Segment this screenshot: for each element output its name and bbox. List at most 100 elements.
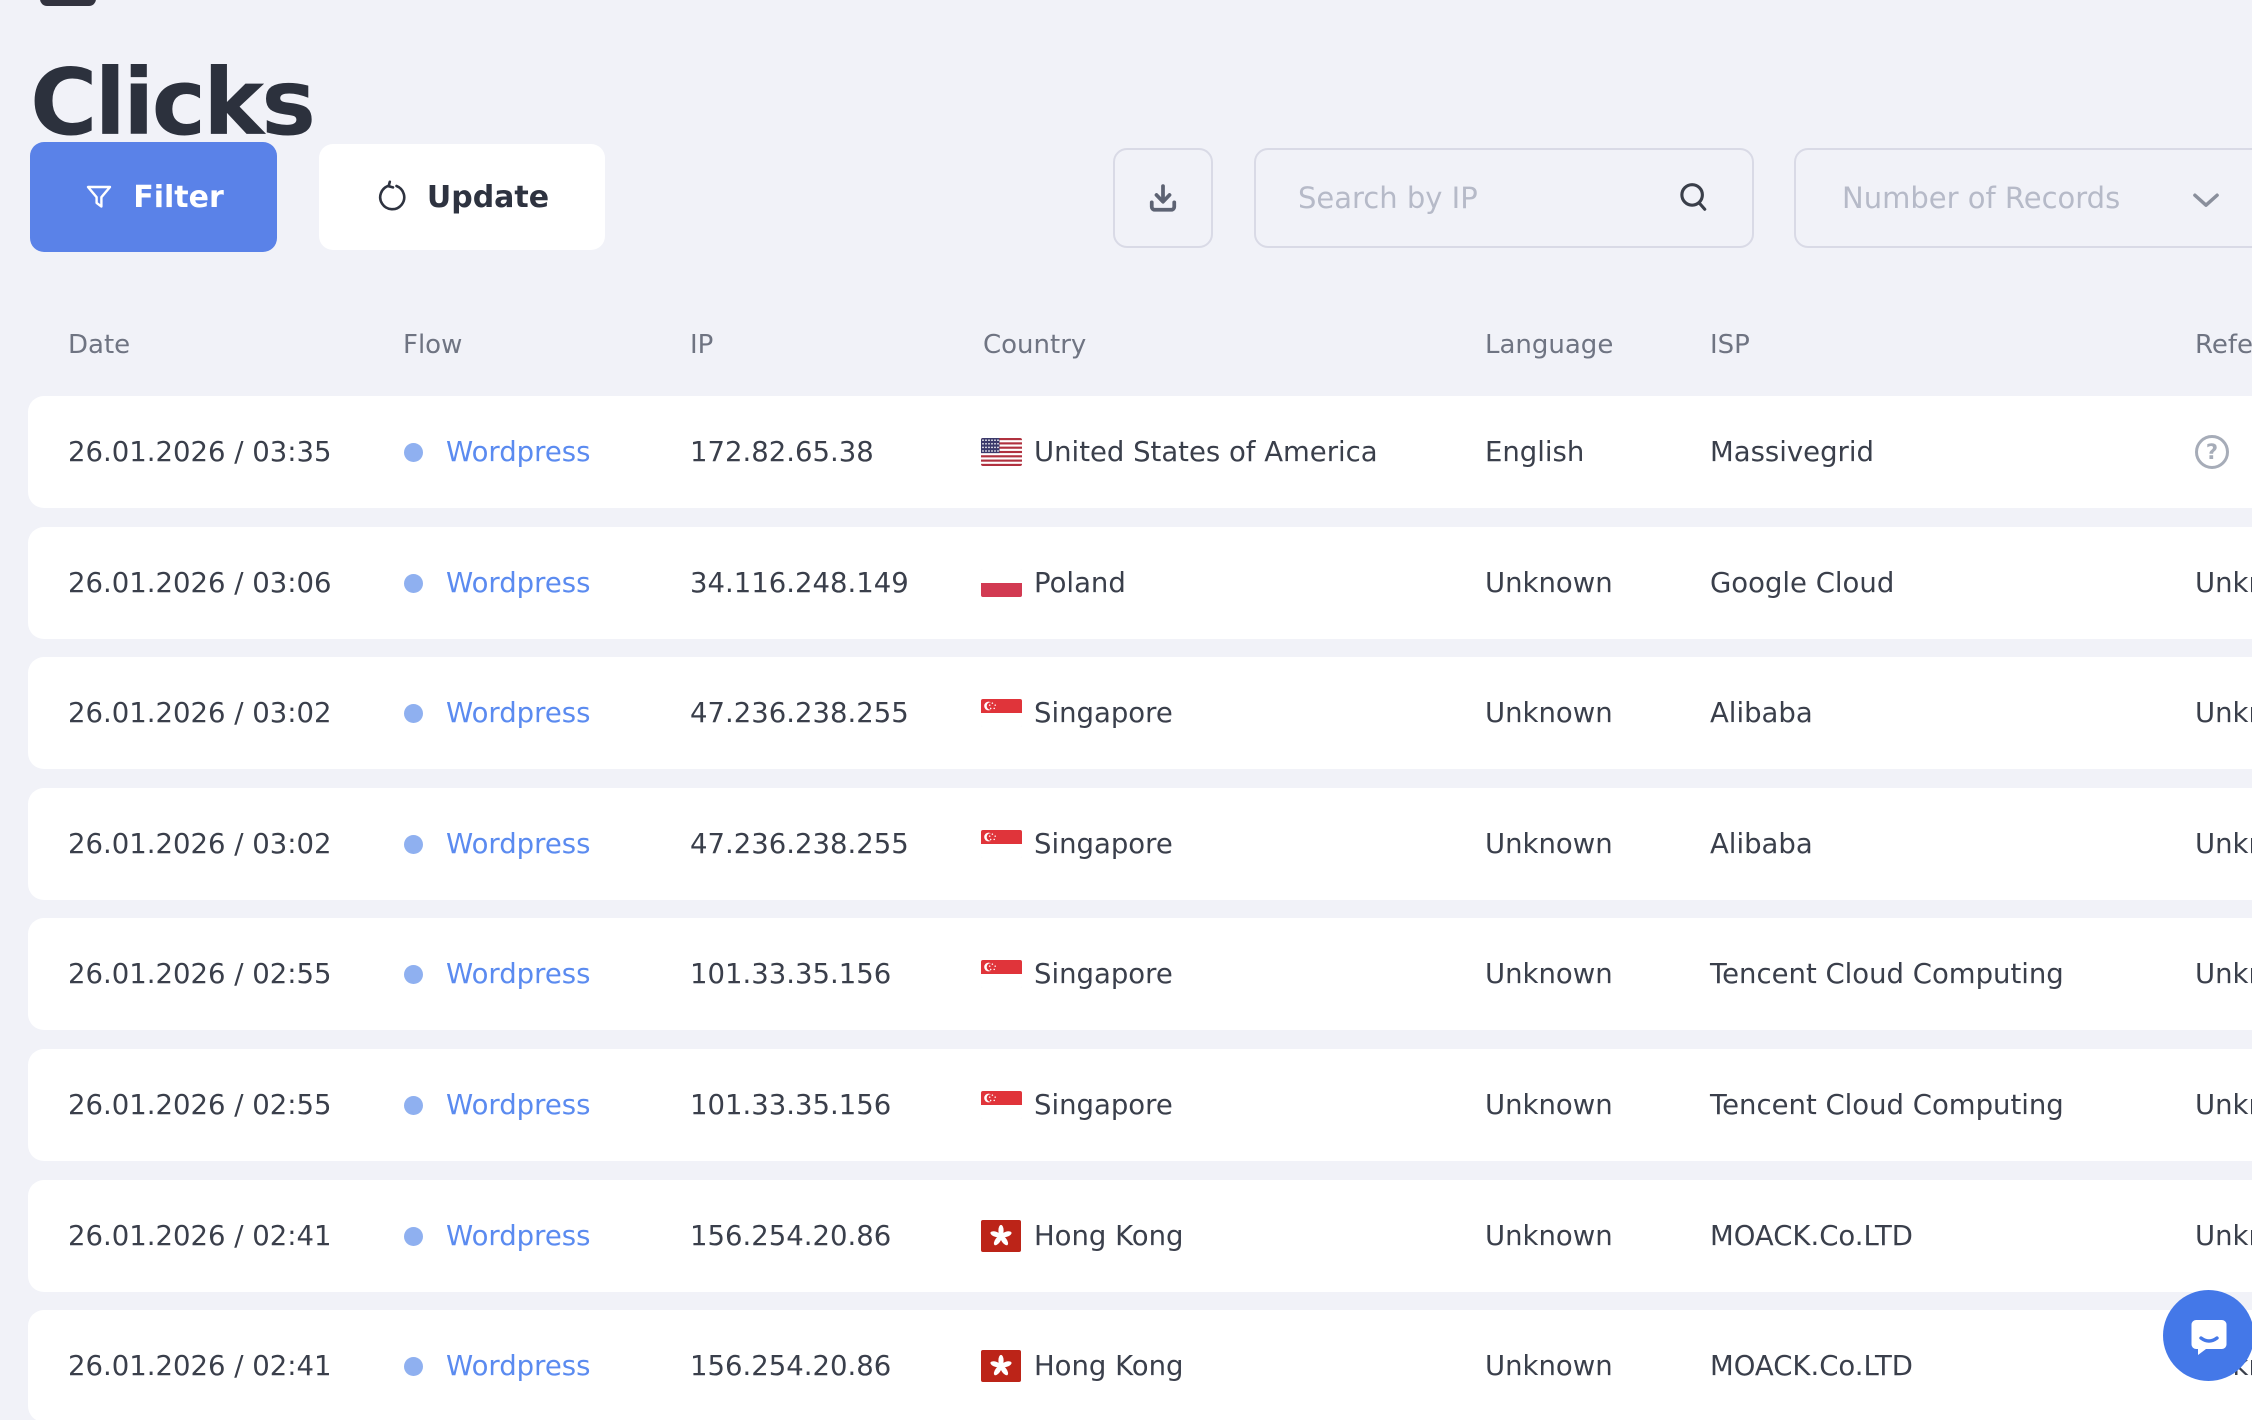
- flow-status-dot: [404, 657, 423, 769]
- isp-cell: MOACK.Co.LTD: [1710, 1350, 1913, 1382]
- isp-cell: Alibaba: [1710, 697, 1813, 729]
- language-cell: Unknown: [1485, 697, 1613, 729]
- country-cell: United States of America: [1034, 436, 1378, 468]
- column-header-country: Country: [983, 330, 1087, 360]
- language-cell: Unknown: [1485, 1350, 1613, 1382]
- table-row: 26.01.2026 / 02:55 Wordpress 101.33.35.1…: [28, 1049, 2252, 1161]
- language-cell: Unknown: [1485, 828, 1613, 860]
- referrer-cell: Unknown ?: [2195, 788, 2252, 900]
- date-cell: 26.01.2026 / 02:41: [68, 1220, 332, 1252]
- flow-status-dot: [404, 1310, 423, 1420]
- update-button-label: Update: [426, 179, 550, 215]
- language-cell: Unknown: [1485, 567, 1613, 599]
- clicks-page: Clicks Filter Update Search by IP Number…: [0, 0, 2252, 1420]
- flow-status-dot: [404, 396, 423, 508]
- flow-link[interactable]: Wordpress: [446, 1180, 590, 1292]
- cutoff-browser-fragment: [40, 0, 96, 6]
- filter-button[interactable]: Filter: [30, 142, 277, 252]
- column-header-isp: ISP: [1710, 330, 1750, 360]
- table-header-row: Date Flow IP Country Language ISP Referrer: [0, 330, 2252, 366]
- ip-cell: 172.82.65.38: [690, 436, 874, 468]
- country-flag-icon: [981, 527, 1022, 639]
- flow-status-dot: [404, 1049, 423, 1161]
- search-by-ip-field: [1254, 148, 1754, 248]
- country-cell: Singapore: [1034, 697, 1173, 729]
- download-button[interactable]: [1113, 148, 1213, 248]
- country-flag-icon: [981, 1310, 1021, 1420]
- table-row: 26.01.2026 / 03:02 Wordpress 47.236.238.…: [28, 657, 2252, 769]
- flow-link[interactable]: Wordpress: [446, 396, 590, 508]
- isp-cell: Alibaba: [1710, 828, 1813, 860]
- date-cell: 26.01.2026 / 02:55: [68, 1089, 332, 1121]
- column-header-flow: Flow: [403, 330, 463, 360]
- referrer-text: Unknown: [2195, 1089, 2252, 1121]
- referrer-cell: Unknown ?: [2195, 918, 2252, 1030]
- search-icon[interactable]: [1674, 178, 1714, 218]
- referrer-cell: Unknown ?: [2195, 657, 2252, 769]
- column-header-referrer: Referrer: [2195, 330, 2252, 360]
- date-cell: 26.01.2026 / 03:02: [68, 697, 332, 729]
- flow-status-dot: [404, 527, 423, 639]
- referrer-cell: ?: [2195, 396, 2229, 508]
- isp-cell: Tencent Cloud Computing: [1710, 958, 2064, 990]
- flow-link[interactable]: Wordpress: [446, 1310, 590, 1420]
- referrer-cell: Unknown ?: [2195, 1180, 2252, 1292]
- table-row: 26.01.2026 / 03:06 Wordpress 34.116.248.…: [28, 527, 2252, 639]
- date-cell: 26.01.2026 / 02:55: [68, 958, 332, 990]
- filter-button-label: Filter: [133, 179, 224, 215]
- date-cell: 26.01.2026 / 03:02: [68, 828, 332, 860]
- search-input[interactable]: [1256, 181, 1674, 215]
- table-row: 26.01.2026 / 03:02 Wordpress 47.236.238.…: [28, 788, 2252, 900]
- date-cell: 26.01.2026 / 03:06: [68, 567, 332, 599]
- language-cell: English: [1485, 436, 1585, 468]
- language-cell: Unknown: [1485, 1089, 1613, 1121]
- referrer-cell: Unknown ?: [2195, 1049, 2252, 1161]
- table-row: 26.01.2026 / 03:35 Wordpress 172.82.65.3…: [28, 396, 2252, 508]
- country-flag-icon: [981, 657, 1022, 769]
- chat-bubble-icon: [2184, 1311, 2234, 1361]
- records-count-select[interactable]: Number of Records: [1794, 148, 2252, 248]
- isp-cell: Massivegrid: [1710, 436, 1874, 468]
- ip-cell: 156.254.20.86: [690, 1220, 892, 1252]
- flow-status-dot: [404, 918, 423, 1030]
- country-cell: Hong Kong: [1034, 1350, 1184, 1382]
- isp-cell: MOACK.Co.LTD: [1710, 1220, 1913, 1252]
- language-cell: Unknown: [1485, 958, 1613, 990]
- filter-funnel-icon: [83, 181, 115, 213]
- flow-link[interactable]: Wordpress: [446, 657, 590, 769]
- country-flag-icon: [981, 396, 1022, 508]
- ip-cell: 47.236.238.255: [690, 828, 909, 860]
- flow-status-dot: [404, 1180, 423, 1292]
- country-flag-icon: [981, 1180, 1021, 1292]
- column-header-ip: IP: [690, 330, 714, 360]
- column-header-date: Date: [68, 330, 131, 360]
- flow-status-dot: [404, 788, 423, 900]
- country-cell: Poland: [1034, 567, 1126, 599]
- referrer-cell: Unknown ?: [2195, 527, 2252, 639]
- download-tray-icon: [1143, 178, 1183, 218]
- flow-link[interactable]: Wordpress: [446, 918, 590, 1030]
- table-row: 26.01.2026 / 02:41 Wordpress 156.254.20.…: [28, 1310, 2252, 1420]
- flow-link[interactable]: Wordpress: [446, 527, 590, 639]
- referrer-text: Unknown: [2195, 958, 2252, 990]
- country-cell: Hong Kong: [1034, 1220, 1184, 1252]
- table-row: 26.01.2026 / 02:55 Wordpress 101.33.35.1…: [28, 918, 2252, 1030]
- column-header-language: Language: [1485, 330, 1614, 360]
- flow-link[interactable]: Wordpress: [446, 1049, 590, 1161]
- isp-cell: Google Cloud: [1710, 567, 1895, 599]
- country-flag-icon: [981, 918, 1022, 1030]
- country-flag-icon: [981, 1049, 1022, 1161]
- chat-launcher-button[interactable]: [2163, 1290, 2252, 1381]
- update-button[interactable]: Update: [319, 144, 605, 250]
- referrer-text: Unknown: [2195, 697, 2252, 729]
- refresh-icon: [375, 180, 409, 214]
- ip-cell: 156.254.20.86: [690, 1350, 892, 1382]
- country-cell: Singapore: [1034, 828, 1173, 860]
- ip-cell: 101.33.35.156: [690, 958, 892, 990]
- table-row: 26.01.2026 / 02:41 Wordpress 156.254.20.…: [28, 1180, 2252, 1292]
- flow-link[interactable]: Wordpress: [446, 788, 590, 900]
- help-circle-icon[interactable]: ?: [2195, 435, 2229, 469]
- country-cell: Singapore: [1034, 1089, 1173, 1121]
- referrer-text: Unknown: [2195, 828, 2252, 860]
- country-cell: Singapore: [1034, 958, 1173, 990]
